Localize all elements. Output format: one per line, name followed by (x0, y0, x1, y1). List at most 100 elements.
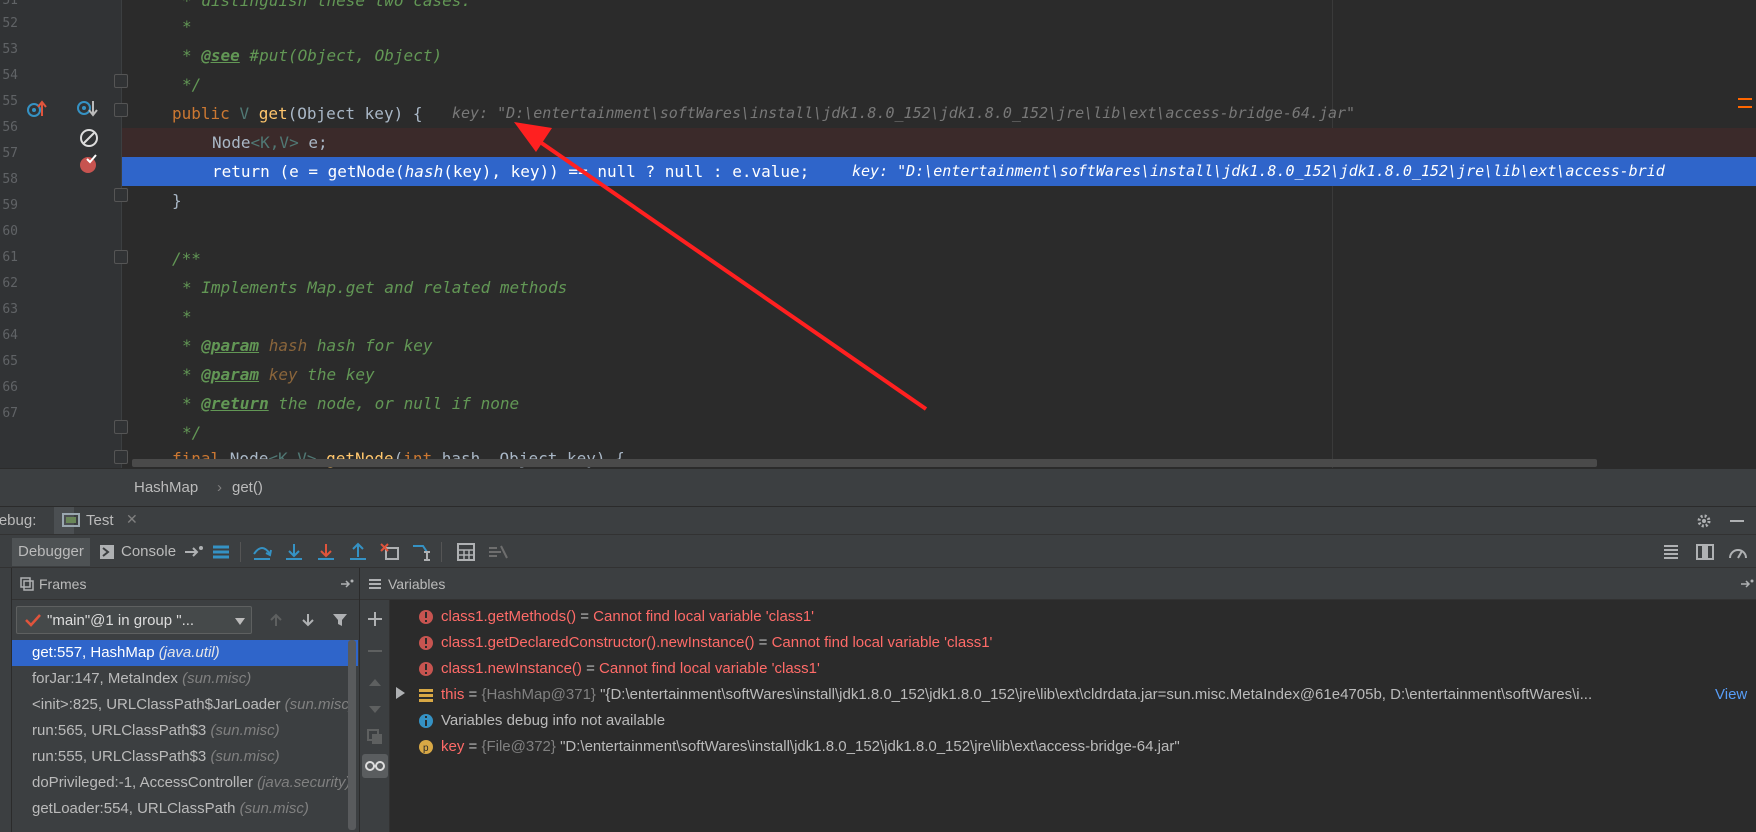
filter-icon[interactable] (332, 612, 348, 628)
gear-icon[interactable] (1696, 513, 1712, 529)
watch-error-row[interactable]: class1.getMethods() = Cannot find local … (391, 604, 1756, 630)
move-down-icon[interactable] (366, 700, 384, 718)
move-up-icon[interactable] (366, 674, 384, 692)
parameter-icon: p (419, 740, 433, 754)
frame-item[interactable]: forJar:147, MetaIndex (sun.misc) (12, 666, 358, 692)
code-line-54[interactable]: */ (122, 70, 1756, 99)
expand-arrow-icon[interactable] (396, 687, 405, 699)
minimize-icon[interactable] (1730, 520, 1744, 522)
comment-text: * @return the node, or null if none (182, 394, 520, 413)
line-number: 63 (2, 302, 18, 317)
code-text: Node<K,V> e; (212, 133, 328, 152)
info-icon (419, 714, 433, 728)
variables-title-bar: Variables (360, 568, 1756, 600)
frames-icon (20, 577, 34, 591)
breadcrumb-separator: › (217, 479, 222, 496)
line-number: 60 (2, 224, 18, 239)
disabled-breakpoint-icon[interactable] (78, 127, 100, 149)
drop-frame-icon[interactable] (379, 542, 401, 562)
inline-debug-value: key: "D:\entertainment\softWares\install… (452, 104, 1356, 122)
override-up-arrow-icon[interactable] (26, 98, 48, 120)
comment-text: * @see #put(Object, Object) (182, 46, 443, 65)
line-number: 64 (2, 328, 18, 343)
variables-title: Variables (388, 576, 446, 592)
frame-item[interactable]: doPrivileged:-1, AccessController (java.… (12, 770, 358, 796)
tab-console[interactable]: Console (115, 538, 182, 566)
frame-item[interactable]: run:555, URLClassPath$3 (sun.misc) (12, 744, 358, 770)
code-line-61[interactable]: * Implements Map.get and related methods (122, 273, 1756, 302)
arrow-down-icon[interactable] (300, 612, 316, 628)
editor-horizontal-scrollbar[interactable] (132, 459, 1597, 467)
trace-current-stream-icon[interactable] (487, 542, 509, 562)
step-out-icon[interactable] (347, 542, 369, 562)
comment-text: * (182, 307, 192, 326)
code-line-60[interactable]: /** (122, 244, 1756, 273)
memory-indicator-icon[interactable] (1727, 542, 1749, 562)
restore-layout-icon[interactable] (1694, 542, 1716, 562)
code-line-52[interactable]: * (122, 12, 1756, 41)
force-step-into-icon[interactable] (315, 542, 337, 562)
variable-key-row[interactable]: p key = {File@372} "D:\entertainment\sof… (391, 734, 1756, 760)
variable-this-row[interactable]: this = {HashMap@371} "{D:\entertainment\… (391, 682, 1756, 708)
debug-session-tab[interactable]: Test ✕ (54, 507, 138, 535)
line-number: 58 (2, 172, 18, 187)
code-line-53[interactable]: * @see #put(Object, Object) (122, 41, 1756, 70)
step-over-icon[interactable] (251, 542, 273, 562)
watch-error-row[interactable]: class1.getDeclaredConstructor().newInsta… (391, 630, 1756, 656)
run-to-cursor-icon[interactable] (411, 542, 433, 562)
frames-scrollbar[interactable] (348, 640, 356, 830)
watch-error-row[interactable]: class1.newInstance() = Cannot find local… (391, 656, 1756, 682)
toolbar-separator (441, 542, 442, 562)
frame-item[interactable]: <init>:825, URLClassPath$JarLoader (sun.… (12, 692, 358, 718)
arrow-up-icon[interactable] (268, 612, 284, 628)
pin-arrow-icon[interactable] (1740, 577, 1754, 591)
view-link[interactable]: View (1715, 686, 1747, 703)
code-line-57-execution-point[interactable]: return (e = getNode(hash(key), key)) == … (122, 157, 1756, 186)
show-execution-point-icon[interactable] (210, 542, 232, 562)
variables-tree[interactable]: class1.getMethods() = Cannot find local … (391, 600, 1756, 832)
tab-debugger[interactable]: Debugger (12, 538, 90, 566)
step-into-icon[interactable] (283, 542, 305, 562)
line-number: 52 (2, 16, 18, 31)
show-watches-toggle[interactable] (362, 754, 388, 778)
code-line-62[interactable]: * (122, 302, 1756, 331)
line-number: 56 (2, 120, 18, 135)
frame-item[interactable]: run:565, URLClassPath$3 (sun.misc) (12, 718, 358, 744)
code-text: return (e = getNode(hash(key), key)) == … (212, 162, 810, 181)
line-number: 59 (2, 198, 18, 213)
error-stripe-marks[interactable] (1738, 98, 1752, 148)
add-watch-icon[interactable] (366, 610, 384, 628)
svg-text:p: p (423, 743, 429, 754)
breadcrumb-class[interactable]: HashMap (134, 479, 198, 496)
pin-arrow-icon[interactable] (183, 542, 205, 562)
duplicate-watch-icon[interactable] (366, 728, 384, 746)
line-number: 54 (2, 68, 18, 83)
evaluate-expression-icon[interactable] (455, 542, 477, 562)
code-line-55[interactable]: public V get(Object key) { key: "D:\ente… (122, 99, 1756, 128)
layout-threads-icon[interactable] (1660, 542, 1682, 562)
pin-arrow-icon[interactable] (340, 577, 354, 591)
frame-item[interactable]: getLoader:554, URLClassPath (sun.misc) (12, 796, 358, 822)
thread-selector[interactable]: "main"@1 in group "... (16, 606, 252, 634)
editor-gutter[interactable]: 51 52 53 54 55 56 57 58 59 60 61 62 63 6… (0, 0, 122, 468)
debug-tool-window-header: Debug: Test ✕ (0, 506, 1756, 535)
close-tab-icon[interactable]: ✕ (126, 511, 138, 528)
line-number: 61 (2, 250, 18, 265)
code-line-56[interactable]: Node<K,V> e; (122, 128, 1756, 157)
code-line-58[interactable]: } (122, 186, 1756, 215)
chevron-down-icon (235, 618, 245, 625)
remove-watch-icon[interactable] (366, 642, 384, 660)
breadcrumb-method[interactable]: get() (232, 479, 263, 496)
code-line-63[interactable]: * @param hash hash for key (122, 331, 1756, 360)
method-signature: public V get(Object key) { (172, 104, 423, 123)
inline-debug-value: key: "D:\entertainment\softWares\install… (852, 162, 1665, 180)
implemented-down-arrow-icon[interactable] (76, 98, 98, 120)
code-line-64[interactable]: * @param key the key (122, 360, 1756, 389)
breadcrumb: HashMap › get() (0, 468, 1756, 506)
frame-item[interactable]: get:557, HashMap (java.util) (12, 640, 358, 666)
line-number: 62 (2, 276, 18, 291)
code-editor[interactable]: 51 52 53 54 55 56 57 58 59 60 61 62 63 6… (0, 0, 1756, 468)
code-line-66[interactable]: */ (122, 418, 1756, 447)
code-line-65[interactable]: * @return the node, or null if none (122, 389, 1756, 418)
breakpoint-check-icon[interactable] (78, 153, 100, 175)
